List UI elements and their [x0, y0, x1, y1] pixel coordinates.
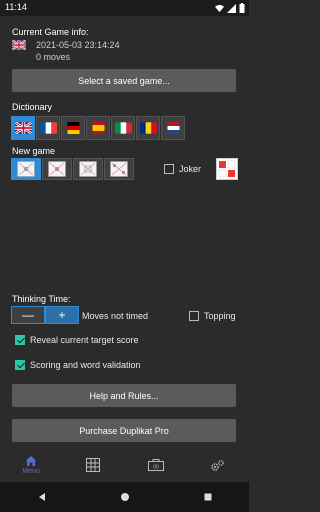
dictionary-french-button[interactable]	[36, 116, 60, 140]
recents-icon[interactable]	[203, 492, 213, 502]
reveal-score-label: Reveal current target score	[30, 335, 139, 345]
dictionary-english-button[interactable]	[11, 116, 35, 140]
nav-board[interactable]	[62, 448, 124, 482]
thinking-time-title: Thinking Time:	[12, 294, 71, 304]
gear-icon	[211, 459, 225, 471]
topping-label: Topping	[204, 311, 236, 321]
netherlands-flag-icon	[167, 122, 179, 134]
wifi-icon	[215, 4, 224, 12]
nav-timer[interactable]: 00	[125, 448, 187, 482]
joker-tile-art	[218, 160, 236, 178]
board-option-1-button[interactable]	[11, 158, 41, 180]
france-flag-icon	[39, 122, 57, 134]
board-options	[11, 158, 134, 180]
dictionary-german-button[interactable]	[61, 116, 85, 140]
game-date: 2021-05-03 23:14:24	[36, 40, 120, 50]
back-icon[interactable]	[37, 492, 47, 502]
signal-icon	[227, 3, 236, 13]
board-option-4-button[interactable]	[104, 158, 134, 180]
new-game-title: New game	[12, 146, 56, 156]
dictionary-spanish-button[interactable]	[86, 116, 110, 140]
dictionary-romanian-button[interactable]	[136, 116, 160, 140]
spain-flag-icon	[92, 122, 104, 134]
status-time: 11:14	[5, 2, 27, 12]
dictionary-flags	[11, 116, 185, 140]
scoring-validation-label: Scoring and word validation	[30, 360, 141, 370]
joker-tile-icon[interactable]	[216, 158, 238, 180]
uk-flag-icon	[14, 122, 32, 134]
thinking-time-value: Moves not timed	[82, 311, 149, 321]
increase-time-button[interactable]: +	[45, 306, 79, 324]
game-moves: 0 moves	[36, 52, 71, 62]
home-icon	[26, 456, 37, 466]
timer-icon: 00	[147, 459, 164, 471]
grid-icon	[86, 458, 101, 472]
status-bar: 11:14	[0, 0, 249, 16]
dictionary-italian-button[interactable]	[111, 116, 135, 140]
board-option-2-button[interactable]	[42, 158, 72, 180]
board-option-3-button[interactable]	[73, 158, 103, 180]
status-icons	[215, 3, 245, 13]
decrease-time-button[interactable]: —	[11, 306, 45, 324]
italy-flag-icon	[114, 122, 132, 134]
romania-flag-icon	[139, 122, 157, 134]
purchase-pro-button[interactable]: Purchase Duplikat Pro	[12, 419, 236, 442]
nav-menu-label: Menu	[22, 468, 40, 475]
dictionary-dutch-button[interactable]	[161, 116, 185, 140]
scoring-validation-checkbox[interactable]	[15, 360, 25, 370]
board-icon	[48, 161, 66, 177]
svg-text:00: 00	[153, 465, 159, 471]
select-saved-game-button[interactable]: Select a saved game...	[12, 69, 236, 92]
topping-checkbox[interactable]	[189, 311, 199, 321]
bottom-navigation: Menu 00	[0, 448, 249, 482]
dictionary-title: Dictionary	[12, 102, 53, 112]
system-navigation	[0, 482, 249, 512]
board-icon	[17, 161, 35, 177]
board-icon	[110, 161, 128, 177]
uk-flag-icon	[12, 40, 26, 50]
game-info-title: Current Game info:	[12, 27, 89, 37]
joker-checkbox[interactable]	[164, 164, 174, 174]
board-icon	[79, 161, 97, 177]
nav-settings[interactable]	[187, 448, 249, 482]
germany-flag-icon	[67, 122, 79, 134]
thinking-time-stepper: — +	[11, 306, 79, 324]
help-rules-button[interactable]: Help and Rules...	[12, 384, 236, 407]
nav-menu[interactable]: Menu	[0, 448, 62, 482]
battery-icon	[239, 3, 245, 13]
reveal-score-checkbox[interactable]	[15, 335, 25, 345]
joker-label: Joker	[179, 164, 202, 174]
home-button-icon[interactable]	[120, 492, 130, 502]
